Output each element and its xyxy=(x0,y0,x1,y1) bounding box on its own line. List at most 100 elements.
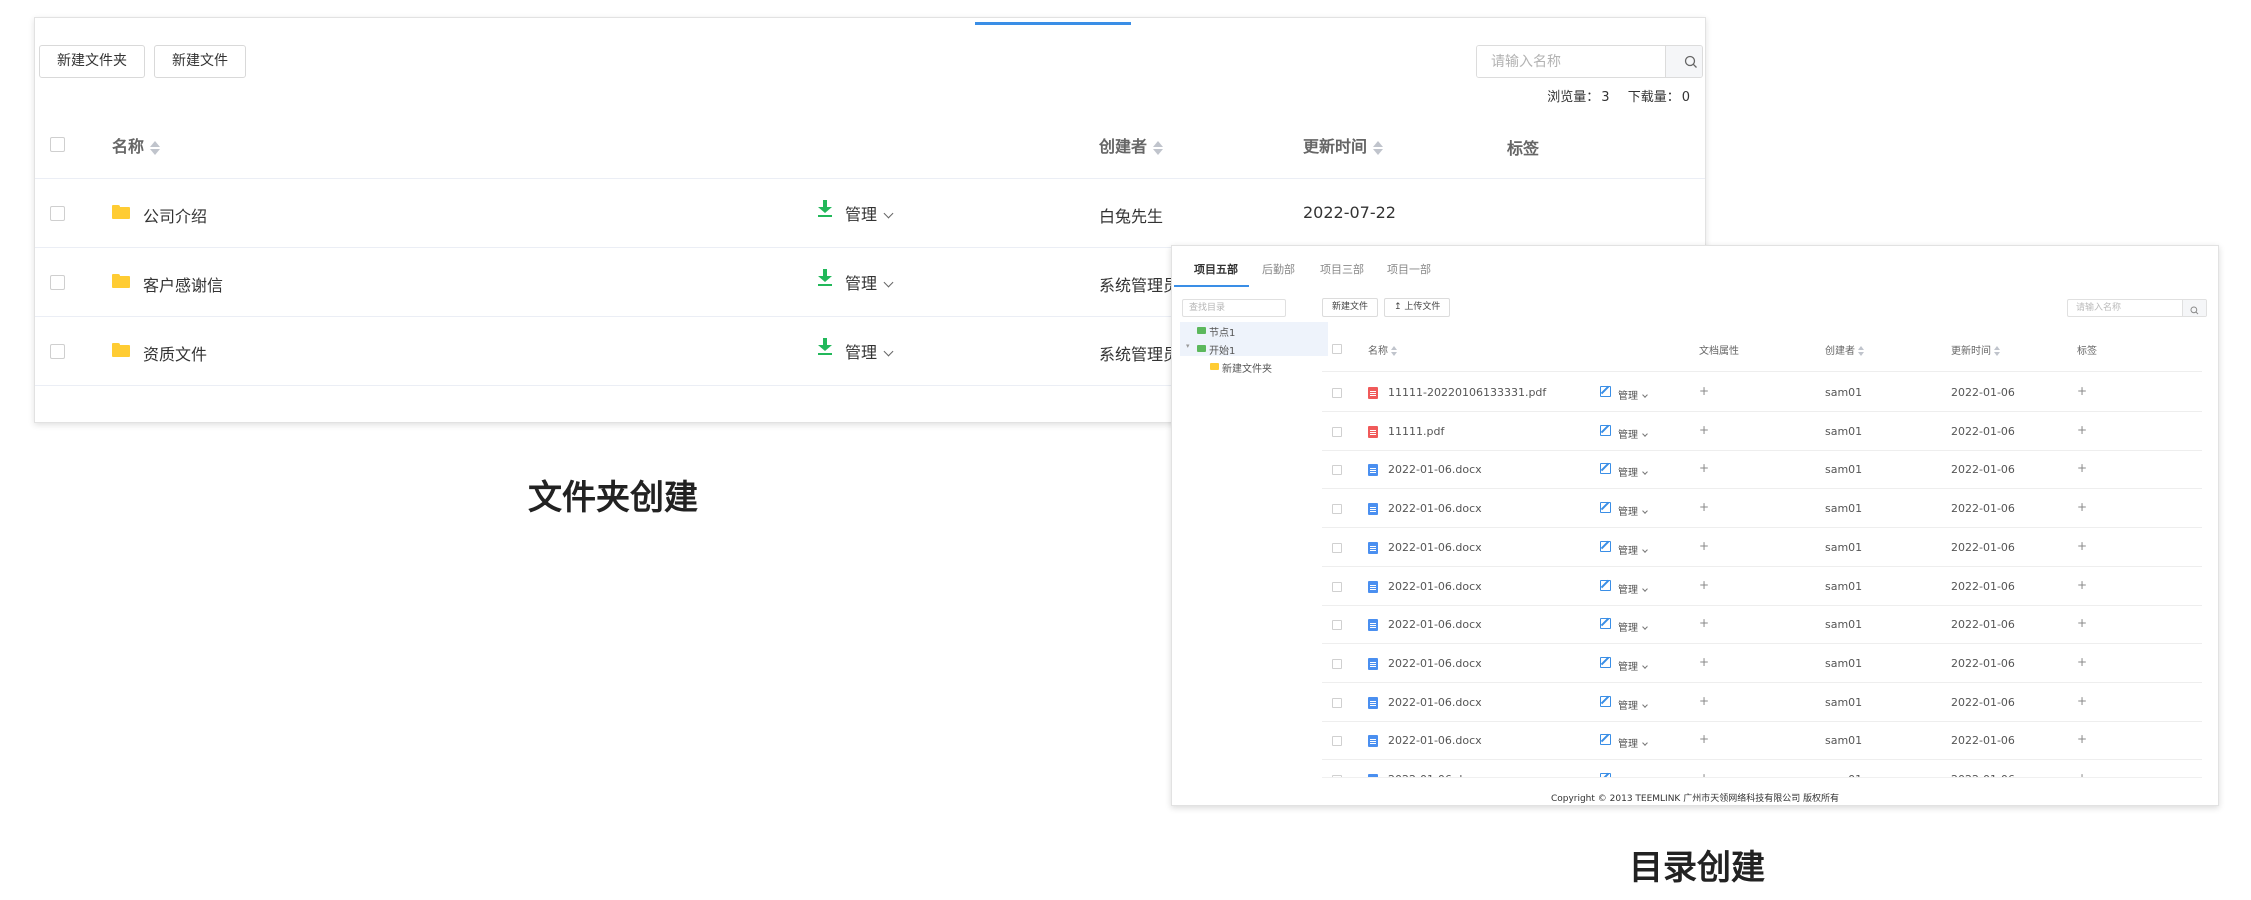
tree-search-input[interactable]: 查找目录 xyxy=(1182,299,1286,317)
manage-dropdown[interactable]: 管理 xyxy=(1618,581,1648,596)
table-row[interactable]: 2022-01-06.docx管理+sam012022-01-06+ xyxy=(1322,567,2202,606)
search-input[interactable] xyxy=(1477,46,1665,77)
folder-name[interactable]: 资质文件 xyxy=(143,341,207,365)
edit-icon[interactable] xyxy=(1600,463,1611,475)
upload-file-button[interactable]: ↥ 上传文件 xyxy=(1384,298,1451,317)
file-name[interactable]: 2022-01-06.docx xyxy=(1388,618,1482,631)
add-attribute-icon[interactable]: + xyxy=(1699,578,1709,592)
table-row[interactable]: 2022-01-06.docx管理+sam012022-01-06+ xyxy=(1322,528,2202,567)
add-attribute-icon[interactable]: + xyxy=(1699,655,1709,669)
search-button[interactable] xyxy=(1665,46,1702,77)
edit-icon[interactable] xyxy=(1600,579,1611,591)
add-tag-icon[interactable]: + xyxy=(2077,461,2087,475)
manage-dropdown[interactable]: 管理 xyxy=(1618,426,1648,441)
sort-icon[interactable] xyxy=(1994,346,2001,356)
add-tag-icon[interactable]: + xyxy=(2077,655,2087,669)
search-input[interactable]: 请输入名称 xyxy=(2068,300,2182,316)
row-checkbox[interactable] xyxy=(1332,697,1342,708)
tab-logistics[interactable]: 后勤部 xyxy=(1262,261,1295,277)
tree-expand-icon[interactable]: ▾ xyxy=(1186,342,1190,350)
edit-icon[interactable] xyxy=(1600,695,1611,707)
manage-dropdown[interactable]: 管理 xyxy=(1618,735,1648,750)
row-checkbox[interactable] xyxy=(1332,542,1342,553)
manage-dropdown[interactable]: 管理 xyxy=(845,339,894,363)
add-attribute-icon[interactable]: + xyxy=(1699,461,1709,475)
sort-icon[interactable] xyxy=(1858,346,1865,356)
table-row[interactable]: 11111-20220106133331.pdf 管理 + sam01 2022-01-… xyxy=(1322,373,2202,412)
folder-name[interactable]: 客户感谢信 xyxy=(143,272,223,296)
file-name[interactable]: 2022-01-06.docx xyxy=(1388,657,1482,670)
column-name-header[interactable]: 名称 xyxy=(112,133,161,157)
tab-project-one[interactable]: 项目一部 xyxy=(1387,261,1431,277)
row-checkbox[interactable] xyxy=(1332,465,1342,476)
edit-icon[interactable] xyxy=(1600,656,1611,668)
column-creator-header[interactable]: 创建者 xyxy=(1099,133,1164,157)
add-tag-icon[interactable]: + xyxy=(2077,732,2087,746)
row-checkbox[interactable] xyxy=(1332,581,1342,592)
download-icon[interactable] xyxy=(818,200,832,218)
file-name[interactable]: 2022-01-06.docx xyxy=(1388,696,1482,709)
tree-node[interactable]: 新建文件夹 xyxy=(1222,360,1272,375)
table-row[interactable]: 2022-01-06.docx管理+sam012022-01-06+ xyxy=(1322,489,2202,529)
download-icon[interactable] xyxy=(818,338,832,356)
file-name[interactable]: 2022-01-06.docx xyxy=(1388,734,1482,747)
tab-project-five[interactable]: 项目五部 xyxy=(1194,261,1238,277)
manage-dropdown[interactable]: 管理 xyxy=(1618,464,1648,479)
row-checkbox[interactable] xyxy=(1332,388,1342,398)
column-name-header[interactable]: 名称 xyxy=(1368,342,1398,357)
row-checkbox[interactable] xyxy=(1332,426,1342,437)
column-creator-header[interactable]: 创建者 xyxy=(1825,342,1865,357)
add-attribute-icon[interactable]: + xyxy=(1699,423,1709,437)
table-row[interactable]: 11111.pdf 管理 + sam01 2022-01-06 + xyxy=(1322,412,2202,451)
tab-project-three[interactable]: 项目三部 xyxy=(1320,261,1364,277)
manage-dropdown[interactable]: 管理 xyxy=(1618,697,1648,712)
row-checkbox[interactable] xyxy=(1332,736,1342,747)
search-button[interactable] xyxy=(2182,300,2206,316)
add-tag-icon[interactable]: + xyxy=(2077,500,2087,514)
column-updated-header[interactable]: 更新时间 xyxy=(1951,342,2001,357)
row-checkbox[interactable] xyxy=(50,275,65,290)
add-attribute-icon[interactable]: + xyxy=(1699,539,1709,553)
row-checkbox[interactable] xyxy=(1332,504,1342,515)
file-name[interactable]: 11111.pdf xyxy=(1388,425,1444,438)
sort-icon[interactable] xyxy=(1391,346,1398,356)
add-tag-icon[interactable]: + xyxy=(2077,423,2087,437)
add-tag-icon[interactable]: + xyxy=(2077,616,2087,630)
add-tag-icon[interactable]: + xyxy=(2077,384,2087,398)
new-file-button[interactable]: 新建文件 xyxy=(1322,298,1379,317)
new-file-button[interactable]: 新建文件 xyxy=(154,45,246,78)
table-row[interactable]: 2022-01-06.docx管理+sam012022-01-06+ xyxy=(1322,760,2202,777)
edit-icon[interactable] xyxy=(1600,502,1611,514)
sort-icon[interactable] xyxy=(1153,140,1164,156)
edit-icon[interactable] xyxy=(1600,540,1611,552)
add-tag-icon[interactable]: + xyxy=(2077,539,2087,553)
row-checkbox[interactable] xyxy=(50,206,65,221)
tree-node[interactable]: 开始1 xyxy=(1209,342,1235,357)
edit-icon[interactable] xyxy=(1600,424,1611,436)
sort-icon[interactable] xyxy=(150,140,161,156)
sort-icon[interactable] xyxy=(1373,140,1384,156)
edit-icon[interactable] xyxy=(1600,386,1611,397)
tree-node[interactable]: 节点1 xyxy=(1209,324,1235,339)
table-row[interactable]: 2022-01-06.docx管理+sam012022-01-06+ xyxy=(1322,683,2202,722)
file-name[interactable]: 2022-01-06.docx xyxy=(1388,580,1482,593)
add-attribute-icon[interactable]: + xyxy=(1699,694,1709,708)
row-checkbox[interactable] xyxy=(50,344,65,359)
column-updated-header[interactable]: 更新时间 xyxy=(1303,133,1384,157)
folder-name[interactable]: 公司介绍 xyxy=(143,203,207,227)
download-icon[interactable] xyxy=(818,269,832,287)
add-attribute-icon[interactable]: + xyxy=(1699,732,1709,746)
table-row[interactable]: 2022-01-06.docx管理+sam012022-01-06+ xyxy=(1322,721,2202,761)
manage-dropdown[interactable]: 管理 xyxy=(845,201,894,225)
select-all-checkbox[interactable] xyxy=(1332,344,1342,354)
manage-dropdown[interactable]: 管理 xyxy=(1618,658,1648,673)
edit-icon[interactable] xyxy=(1600,618,1611,630)
add-tag-icon[interactable]: + xyxy=(2077,578,2087,592)
select-all-checkbox[interactable] xyxy=(50,137,65,152)
row-checkbox[interactable] xyxy=(1332,620,1342,631)
manage-dropdown[interactable]: 管理 xyxy=(1618,503,1648,518)
table-row[interactable]: 2022-01-06.docx管理+sam012022-01-06+ xyxy=(1322,644,2202,683)
table-row[interactable]: 2022-01-06.docx管理+sam012022-01-06+ xyxy=(1322,605,2202,645)
edit-icon[interactable] xyxy=(1600,734,1611,746)
manage-dropdown[interactable]: 管理 xyxy=(1618,542,1648,557)
